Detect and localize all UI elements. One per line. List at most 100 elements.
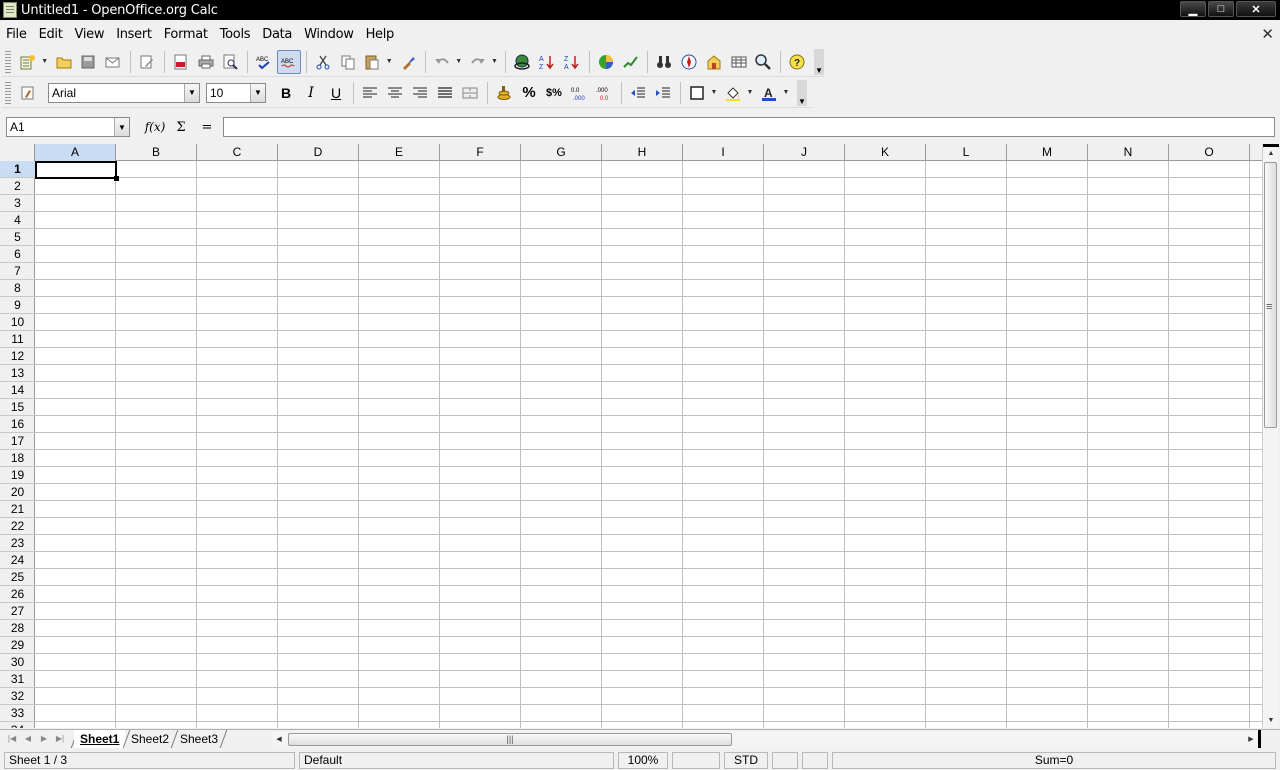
status-zoom[interactable]: 100% [618, 752, 668, 769]
column-header-l[interactable]: L [926, 144, 1007, 161]
navigator-icon[interactable] [677, 50, 701, 74]
redo-dropdown-icon[interactable]: ▼ [490, 50, 498, 74]
clone-formatting-icon[interactable] [396, 50, 420, 74]
column-header-k[interactable]: K [845, 144, 926, 161]
bold-button[interactable]: B [274, 81, 298, 105]
menu-edit[interactable]: Edit [33, 27, 69, 42]
minimize-button[interactable]: ▁ [1180, 1, 1206, 17]
row-header[interactable]: 12 [0, 348, 35, 365]
percent-format-icon[interactable]: % [517, 81, 541, 105]
active-cell-a1[interactable] [35, 161, 119, 181]
row-header[interactable]: 2 [0, 178, 35, 195]
first-sheet-icon[interactable]: |◀ [4, 732, 20, 746]
sum-button[interactable]: Σ [168, 120, 194, 135]
row-header[interactable]: 34 [0, 722, 35, 728]
row-header[interactable]: 20 [0, 484, 35, 501]
row-header[interactable]: 27 [0, 603, 35, 620]
calc-app-icon[interactable] [3, 2, 17, 18]
font-name-dropdown-icon[interactable]: ▼ [184, 83, 199, 102]
paste-dropdown-icon[interactable]: ▼ [385, 50, 393, 74]
add-decimal-icon[interactable]: 0.0 .000 [567, 81, 591, 105]
undo-dropdown-icon[interactable]: ▼ [455, 50, 463, 74]
menu-help[interactable]: Help [360, 27, 400, 42]
font-color-icon[interactable]: A [757, 81, 781, 105]
menu-tools[interactable]: Tools [214, 27, 257, 42]
horizontal-split-handle[interactable] [1258, 730, 1261, 748]
status-digital-signature[interactable] [802, 752, 828, 769]
row-header[interactable]: 10 [0, 314, 35, 331]
name-box[interactable]: A1 ▼ [6, 117, 130, 137]
row-header[interactable]: 25 [0, 569, 35, 586]
row-header[interactable]: 15 [0, 399, 35, 416]
align-left-icon[interactable] [358, 81, 382, 105]
row-header[interactable]: 26 [0, 586, 35, 603]
row-header[interactable]: 4 [0, 212, 35, 229]
column-header-o[interactable]: O [1169, 144, 1250, 161]
cut-icon[interactable] [311, 50, 335, 74]
row-header[interactable]: 29 [0, 637, 35, 654]
scroll-left-icon[interactable]: ◀ [272, 731, 286, 748]
menu-file[interactable]: File [0, 27, 33, 42]
formula-input[interactable] [223, 117, 1275, 137]
menu-view[interactable]: View [69, 27, 111, 42]
menu-format[interactable]: Format [158, 27, 214, 42]
standard-format-icon[interactable]: $% [542, 81, 566, 105]
zoom-icon[interactable] [752, 50, 776, 74]
borders-icon[interactable] [685, 81, 709, 105]
row-header[interactable]: 5 [0, 229, 35, 246]
row-header[interactable]: 17 [0, 433, 35, 450]
last-sheet-icon[interactable]: ▶| [52, 732, 68, 746]
horizontal-scrollbar[interactable]: ◀ ||| ▶ [272, 731, 1258, 748]
toolbar-overflow-icon[interactable]: ▼ [797, 79, 807, 106]
font-name-box[interactable]: Arial ▼ [48, 82, 200, 103]
next-sheet-icon[interactable]: ▶ [36, 732, 52, 746]
draw-functions-icon[interactable] [619, 50, 643, 74]
column-header-j[interactable]: J [764, 144, 845, 161]
close-document-icon[interactable]: ✕ [1261, 25, 1274, 43]
vertical-scroll-thumb[interactable] [1264, 162, 1277, 428]
row-header[interactable]: 13 [0, 365, 35, 382]
data-sources-icon[interactable] [727, 50, 751, 74]
horizontal-scroll-thumb[interactable]: ||| [288, 733, 732, 746]
sheet-tab-sheet1[interactable]: Sheet1 [74, 730, 126, 748]
currency-format-icon[interactable] [492, 81, 516, 105]
new-document-icon[interactable] [16, 50, 40, 74]
font-color-dropdown-icon[interactable]: ▼ [782, 81, 790, 105]
row-header[interactable]: 24 [0, 552, 35, 569]
row-header[interactable]: 21 [0, 501, 35, 518]
menu-insert[interactable]: Insert [110, 27, 158, 42]
page-preview-icon[interactable] [218, 50, 242, 74]
edit-file-icon[interactable] [135, 50, 159, 74]
undo-icon[interactable] [430, 50, 454, 74]
gallery-icon[interactable] [702, 50, 726, 74]
find-replace-icon[interactable] [652, 50, 676, 74]
decrease-indent-icon[interactable] [626, 81, 650, 105]
column-header-n[interactable]: N [1088, 144, 1169, 161]
column-header-i[interactable]: I [683, 144, 764, 161]
column-header-a[interactable]: A [35, 144, 116, 161]
row-header[interactable]: 31 [0, 671, 35, 688]
copy-icon[interactable] [336, 50, 360, 74]
background-color-dropdown-icon[interactable]: ▼ [746, 81, 754, 105]
column-header-f[interactable]: F [440, 144, 521, 161]
background-color-icon[interactable] [721, 81, 745, 105]
spellcheck-icon[interactable]: ABC [252, 50, 276, 74]
row-header[interactable]: 28 [0, 620, 35, 637]
autospellcheck-icon[interactable]: ABC [277, 49, 301, 74]
toolbar-overflow-icon[interactable]: ▼ [814, 48, 825, 75]
row-header[interactable]: 16 [0, 416, 35, 433]
redo-icon[interactable] [466, 50, 490, 74]
underline-button[interactable]: U [324, 81, 348, 105]
menu-window[interactable]: Window [298, 27, 359, 42]
scroll-right-icon[interactable]: ▶ [1244, 731, 1258, 748]
function-button[interactable]: = [194, 120, 220, 135]
name-box-dropdown-icon[interactable]: ▼ [114, 118, 129, 136]
delete-decimal-icon[interactable]: .000 0.0 [592, 81, 616, 105]
align-right-icon[interactable] [408, 81, 432, 105]
row-header[interactable]: 7 [0, 263, 35, 280]
row-header[interactable]: 30 [0, 654, 35, 671]
sort-descending-icon[interactable]: ZA [560, 50, 584, 74]
scroll-down-icon[interactable]: ▼ [1263, 714, 1279, 728]
export-pdf-icon[interactable] [169, 50, 193, 74]
row-header[interactable]: 32 [0, 688, 35, 705]
